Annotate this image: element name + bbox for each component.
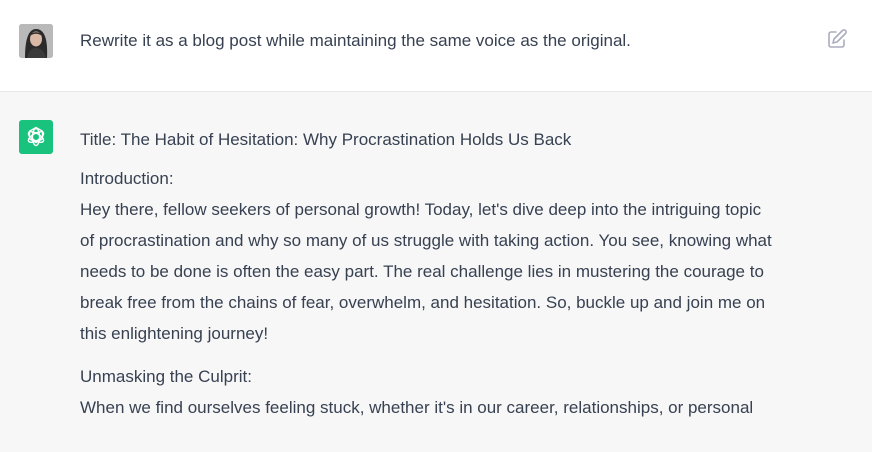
paragraph-line: this enlightening journey! — [80, 324, 269, 343]
assistant-message-content: Title: The Habit of Hesitation: Why Proc… — [80, 124, 820, 435]
edit-icon — [828, 29, 847, 48]
assistant-message-row: Title: The Habit of Hesitation: Why Proc… — [0, 92, 872, 452]
paragraph-line: break free from the chains of fear, over… — [80, 293, 766, 312]
user-avatar — [19, 24, 53, 58]
edit-button[interactable] — [826, 28, 848, 50]
section-introduction: Introduction: Hey there, fellow seekers … — [80, 163, 820, 349]
blog-title: Title: The Habit of Hesitation: Why Proc… — [80, 130, 572, 149]
paragraph-line: When we find ourselves feeling stuck, wh… — [80, 398, 754, 417]
paragraph-line: needs to be done is often the easy part.… — [80, 262, 764, 281]
openai-logo-icon — [27, 126, 45, 147]
section-heading: Unmasking the Culprit: — [80, 367, 252, 386]
assistant-avatar — [19, 120, 53, 154]
user-message-text: Rewrite it as a blog post while maintain… — [80, 31, 631, 50]
paragraph-line: of procrastination and why so many of us… — [80, 231, 772, 250]
section-unmasking: Unmasking the Culprit: When we find ours… — [80, 361, 820, 423]
user-message-row: Rewrite it as a blog post while maintain… — [0, 0, 872, 92]
section-heading: Introduction: — [80, 169, 174, 188]
paragraph-line: Hey there, fellow seekers of personal gr… — [80, 200, 762, 219]
user-avatar-photo — [19, 24, 53, 58]
